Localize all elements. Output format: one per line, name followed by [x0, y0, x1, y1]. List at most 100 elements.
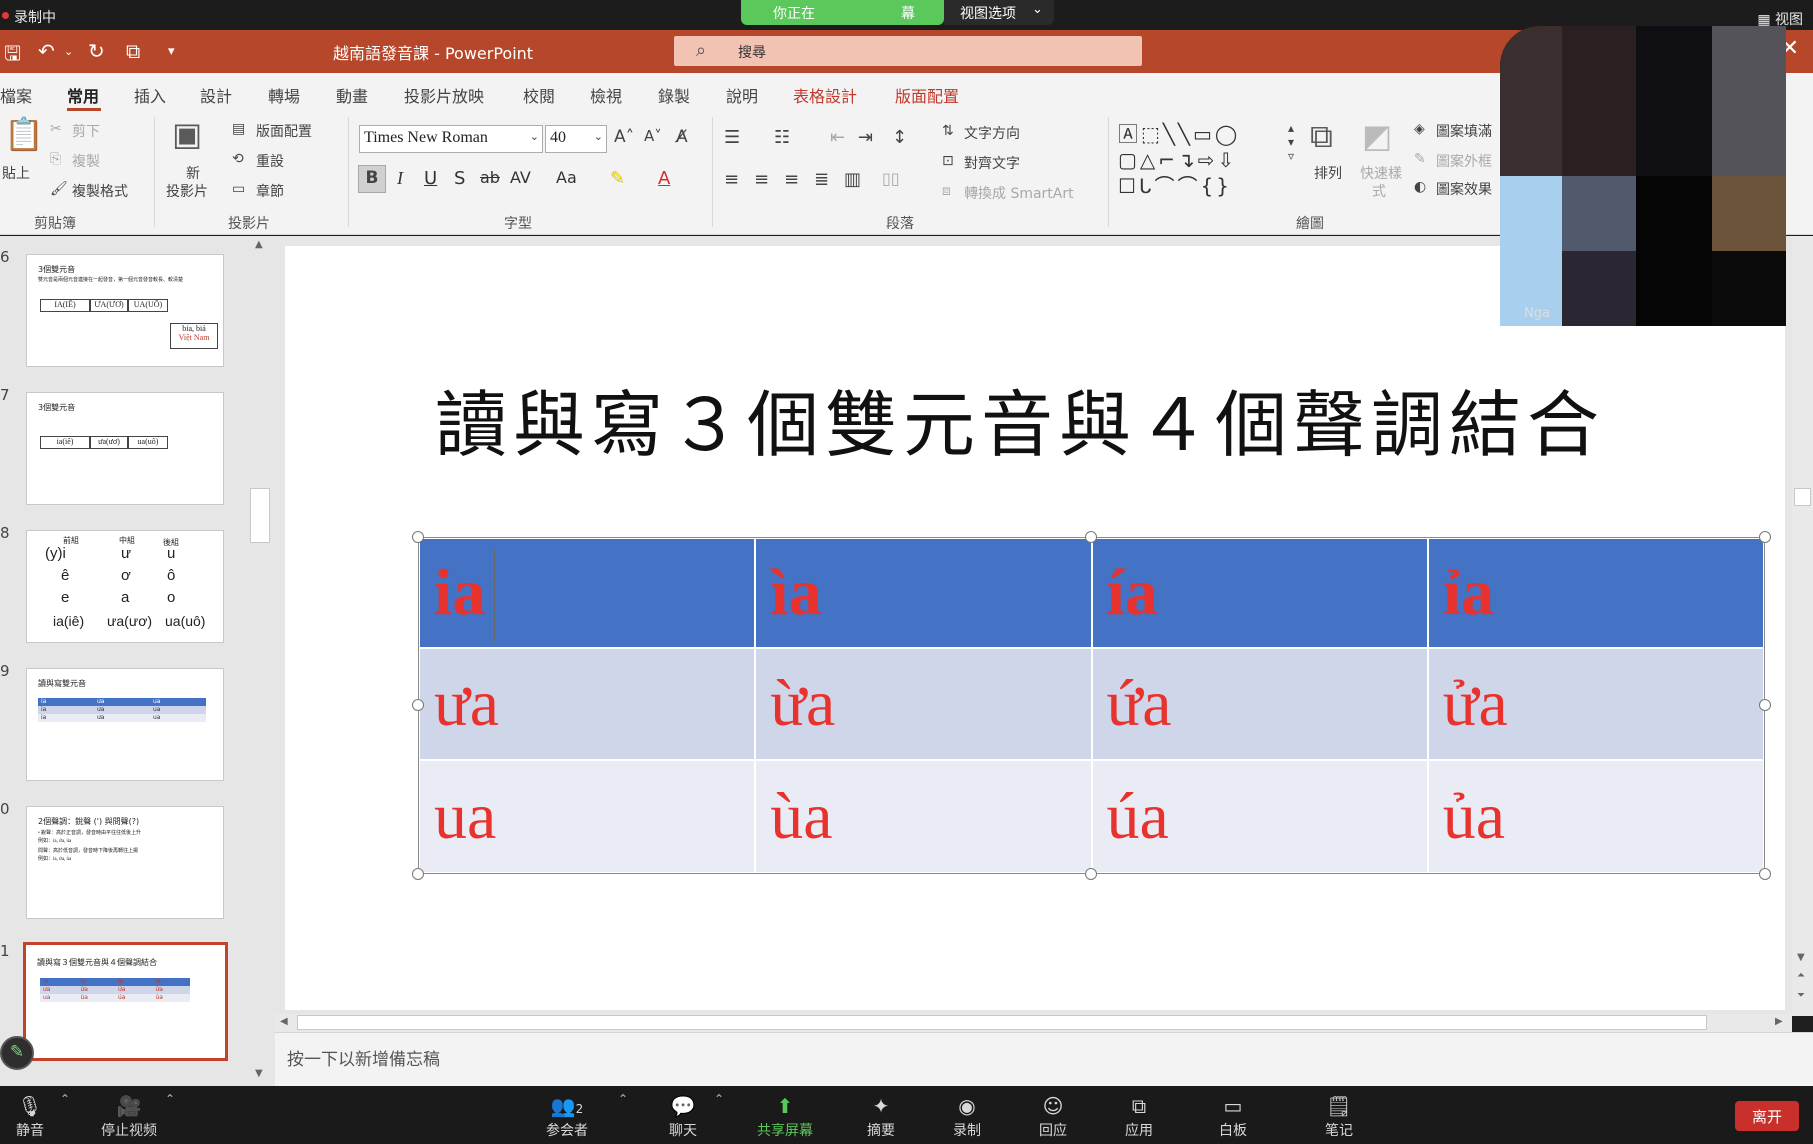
- slide-thumbnail-8[interactable]: 前組 中組 後組 (y)i ư u ê ơ ô e a o ia(iê) ưa(…: [26, 530, 224, 643]
- resize-handle[interactable]: [1085, 531, 1097, 543]
- clear-formatting-icon[interactable]: A̸: [676, 127, 688, 147]
- scrollbar-thumb[interactable]: [250, 488, 270, 543]
- increase-indent-icon[interactable]: ⇥: [858, 127, 873, 148]
- distributed-icon[interactable]: ▥: [844, 169, 861, 190]
- font-color-button[interactable]: A: [658, 168, 670, 189]
- line-spacing-icon[interactable]: ↕: [892, 127, 907, 148]
- underline-button[interactable]: U: [424, 168, 437, 189]
- arrange-icon[interactable]: ⧉: [1310, 117, 1333, 156]
- section-button[interactable]: 章節: [256, 181, 284, 201]
- new-slide-icon[interactable]: ▣: [172, 115, 202, 153]
- gallery-scroll-icon[interactable]: ▴ ▾ ▿: [1288, 121, 1294, 163]
- change-case-button[interactable]: Aa: [556, 168, 577, 187]
- tab-transitions[interactable]: 轉場: [268, 83, 300, 107]
- table-cell[interactable]: ưa: [417, 646, 757, 762]
- leave-meeting-button[interactable]: 离开: [1735, 1101, 1799, 1131]
- scrollbar-thumb[interactable]: [1794, 488, 1811, 506]
- search-input[interactable]: ⌕ 搜尋: [674, 36, 1142, 66]
- canvas-vertical-scrollbar[interactable]: ▼ ⏶ ⏷: [1792, 236, 1813, 1016]
- video-options-caret-icon[interactable]: ⌃: [165, 1092, 175, 1106]
- text-direction-button[interactable]: 文字方向: [964, 123, 1020, 143]
- copy-button[interactable]: 複製: [72, 151, 100, 171]
- shadow-button[interactable]: S: [454, 168, 465, 189]
- table-cell[interactable]: ía: [1090, 537, 1429, 649]
- summary-button[interactable]: ✦ 摘要: [836, 1094, 926, 1140]
- align-right-icon[interactable]: ≡: [784, 169, 799, 190]
- quick-styles-icon[interactable]: ◩: [1362, 117, 1392, 155]
- canvas-horizontal-scrollbar[interactable]: ◀ ▶: [275, 1014, 1792, 1032]
- quick-styles-label[interactable]: 快速樣: [1360, 163, 1402, 183]
- stop-video-button[interactable]: 🎥 停止视频: [84, 1094, 174, 1140]
- shape-effects-button[interactable]: 圖案效果: [1436, 179, 1492, 199]
- resize-handle[interactable]: [1759, 868, 1771, 880]
- quick-styles-button[interactable]: 式: [1372, 181, 1386, 201]
- table-cell[interactable]: ứa: [1090, 646, 1429, 762]
- participants-caret-icon[interactable]: ⌃: [618, 1092, 628, 1106]
- record-button[interactable]: ◉ 录制: [922, 1094, 1012, 1140]
- character-spacing-button[interactable]: AV: [510, 168, 531, 187]
- format-painter-button[interactable]: 複製格式: [72, 181, 128, 201]
- resize-handle[interactable]: [412, 868, 424, 880]
- annotate-pen-icon[interactable]: ✎: [0, 1036, 34, 1070]
- share-screen-button[interactable]: ⬆ 共享屏幕: [740, 1094, 830, 1140]
- tab-slideshow[interactable]: 投影片放映: [404, 83, 484, 107]
- tab-file[interactable]: 檔案: [0, 83, 32, 107]
- smartart-icon[interactable]: ⧈: [942, 183, 951, 199]
- table-cell[interactable]: ỉa: [1426, 537, 1766, 649]
- apps-button[interactable]: ⧉ 应用: [1094, 1094, 1184, 1140]
- vowel-tone-table[interactable]: ia ìa ía ỉa ưa ừa ứa ửa ua ùa úa ủa: [417, 537, 1766, 874]
- columns-icon[interactable]: ▯▯: [882, 169, 900, 188]
- tab-design[interactable]: 設計: [200, 83, 232, 107]
- shape-fill-button[interactable]: 圖案填滿: [1436, 121, 1492, 141]
- save-icon[interactable]: 🖫: [4, 39, 21, 73]
- tab-insert[interactable]: 插入: [134, 83, 166, 107]
- table-cell[interactable]: ia: [417, 537, 757, 649]
- numbering-icon[interactable]: ☷: [774, 127, 790, 148]
- reset-icon[interactable]: ⟲: [232, 151, 244, 167]
- resize-handle[interactable]: [1085, 868, 1097, 880]
- slide-thumbnail-11-selected[interactable]: 讀與寫３個雙元音與４個聲調結合 ia ìa ía ỉa ưa ừa ứa ửa ua ùa úa…: [23, 942, 228, 1061]
- font-name-select[interactable]: Times New Roman ⌄: [359, 125, 543, 153]
- thumbnails-scrollbar[interactable]: ▲ ▼: [250, 236, 272, 1086]
- tab-view[interactable]: 檢視: [590, 83, 622, 107]
- slide-thumbnail-7[interactable]: 3個雙元音 ia(iê) ưa(ươ) ua(uô): [26, 392, 224, 505]
- shape-fill-icon[interactable]: ◈: [1414, 121, 1425, 137]
- grow-font-icon[interactable]: A˄: [614, 127, 634, 147]
- shapes-gallery[interactable]: 🄰⬚╲╲▭◯ ▢△⌐↴⇨⇩ ☐ᒐ⌒⌒{}: [1118, 121, 1286, 201]
- cut-button[interactable]: 剪下: [72, 121, 100, 141]
- notes-pane[interactable]: 按一下以新增備忘稿: [275, 1032, 1813, 1086]
- layout-button[interactable]: 版面配置: [256, 121, 312, 141]
- italic-button[interactable]: I: [397, 168, 403, 189]
- whiteboard-button[interactable]: ▭ 白板: [1188, 1094, 1278, 1140]
- slide-title[interactable]: 讀與寫３個雙元音與４個聲調結合: [435, 366, 1675, 471]
- tab-home[interactable]: 常用: [67, 83, 99, 107]
- layout-icon[interactable]: ▤: [232, 121, 245, 137]
- participant-video[interactable]: [1500, 26, 1786, 326]
- scroll-down-icon[interactable]: ▼: [1797, 952, 1805, 963]
- strikethrough-button[interactable]: ab: [480, 168, 500, 187]
- tab-table-design[interactable]: 表格設計: [793, 83, 857, 107]
- tab-record[interactable]: 錄製: [658, 83, 690, 107]
- table-cell[interactable]: ua: [417, 759, 757, 874]
- slide-thumbnail-10[interactable]: 2個聲調：銳聲 (') 與問聲(?) • 銳聲：高於正音調，發音時由平往往低後上…: [26, 806, 224, 919]
- section-icon[interactable]: ▭: [232, 181, 245, 197]
- arrange-button[interactable]: 排列: [1314, 163, 1342, 183]
- shape-effects-icon[interactable]: ◐: [1414, 179, 1426, 195]
- font-size-select[interactable]: 40 ⌄: [545, 125, 607, 153]
- customize-toolbar-icon[interactable]: ▾: [168, 44, 175, 59]
- tab-layout[interactable]: 版面配置: [895, 83, 959, 107]
- screen-share-indicator[interactable]: 你正在 幕: [741, 0, 944, 25]
- table-cell[interactable]: ửa: [1426, 646, 1766, 762]
- decrease-indent-icon[interactable]: ⇤: [830, 127, 845, 148]
- table-cell[interactable]: ủa: [1426, 759, 1766, 874]
- paste-button[interactable]: 貼上: [2, 163, 30, 183]
- next-slide-icon[interactable]: ⏷: [1797, 990, 1805, 1001]
- new-slide-button[interactable]: 投影片: [166, 181, 208, 201]
- redo-icon[interactable]: ↻: [88, 39, 105, 63]
- scroll-down-icon[interactable]: ▼: [255, 1068, 263, 1079]
- scroll-right-icon[interactable]: ▶: [1775, 1016, 1783, 1027]
- tab-review[interactable]: 校閱: [523, 83, 555, 107]
- chat-caret-icon[interactable]: ⌃: [714, 1092, 724, 1106]
- cut-icon[interactable]: ✂: [50, 121, 62, 137]
- view-options-button[interactable]: 视图选项 ⌄: [944, 0, 1054, 25]
